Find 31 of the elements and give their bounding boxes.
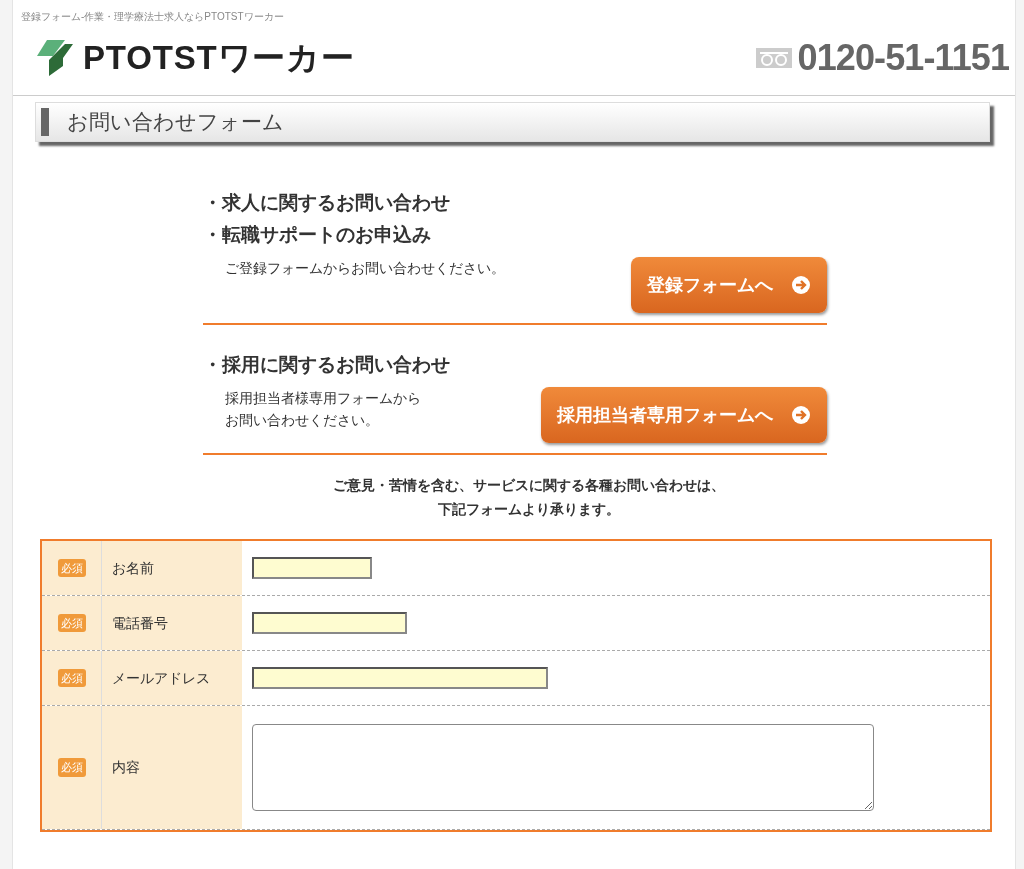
field-label: お名前 [112,558,154,578]
phone-number: 0120-51-1151 [797,35,1009,80]
message-textarea[interactable] [252,724,874,811]
logo-text: PTOTSTワーカー [83,37,355,78]
required-badge: 必須 [57,558,86,578]
field-label: メールアドレス [112,668,210,688]
inquiry-heading: ・転職サポートのお申込み [203,223,432,247]
required-badge: 必須 [57,668,86,688]
page-tagline: 登録フォーム-作業・理学療法士求人ならPTOTSTワーカー [21,11,284,22]
notice-text: ご意見・苦情を含む、サービスに関する各種お問い合わせは、 [332,476,726,495]
description-text: ご登録フォームからお問い合わせください。 [225,259,505,278]
free-dial-icon [755,47,792,68]
form-link-button[interactable]: 採用担当者専用フォームへ [541,387,827,443]
logo-arrow-icon [35,37,75,78]
title-marker-bar [41,108,49,136]
required-badge: 必須 [57,758,86,777]
text-input-field[interactable] [252,612,407,634]
description-text: 採用担当者様専用フォームから [225,389,421,408]
notice-text: 下記フォームより承ります。 [437,500,621,519]
text-input-field[interactable] [252,667,548,689]
text-input-field[interactable] [252,557,372,579]
inquiry-heading: ・求人に関するお問い合わせ [203,191,451,215]
description-text: お問い合わせください。 [225,411,380,430]
section-title: お問い合わせフォーム [67,109,284,136]
field-label: 内容 [112,758,140,777]
form-link-button[interactable]: 登録フォームへ [631,257,827,313]
arrow-circle-icon [791,405,811,425]
field-label: 電話番号 [112,613,168,633]
inquiry-heading: ・採用に関するお問い合わせ [203,353,451,377]
arrow-circle-icon [791,275,811,295]
required-badge: 必須 [57,613,86,633]
